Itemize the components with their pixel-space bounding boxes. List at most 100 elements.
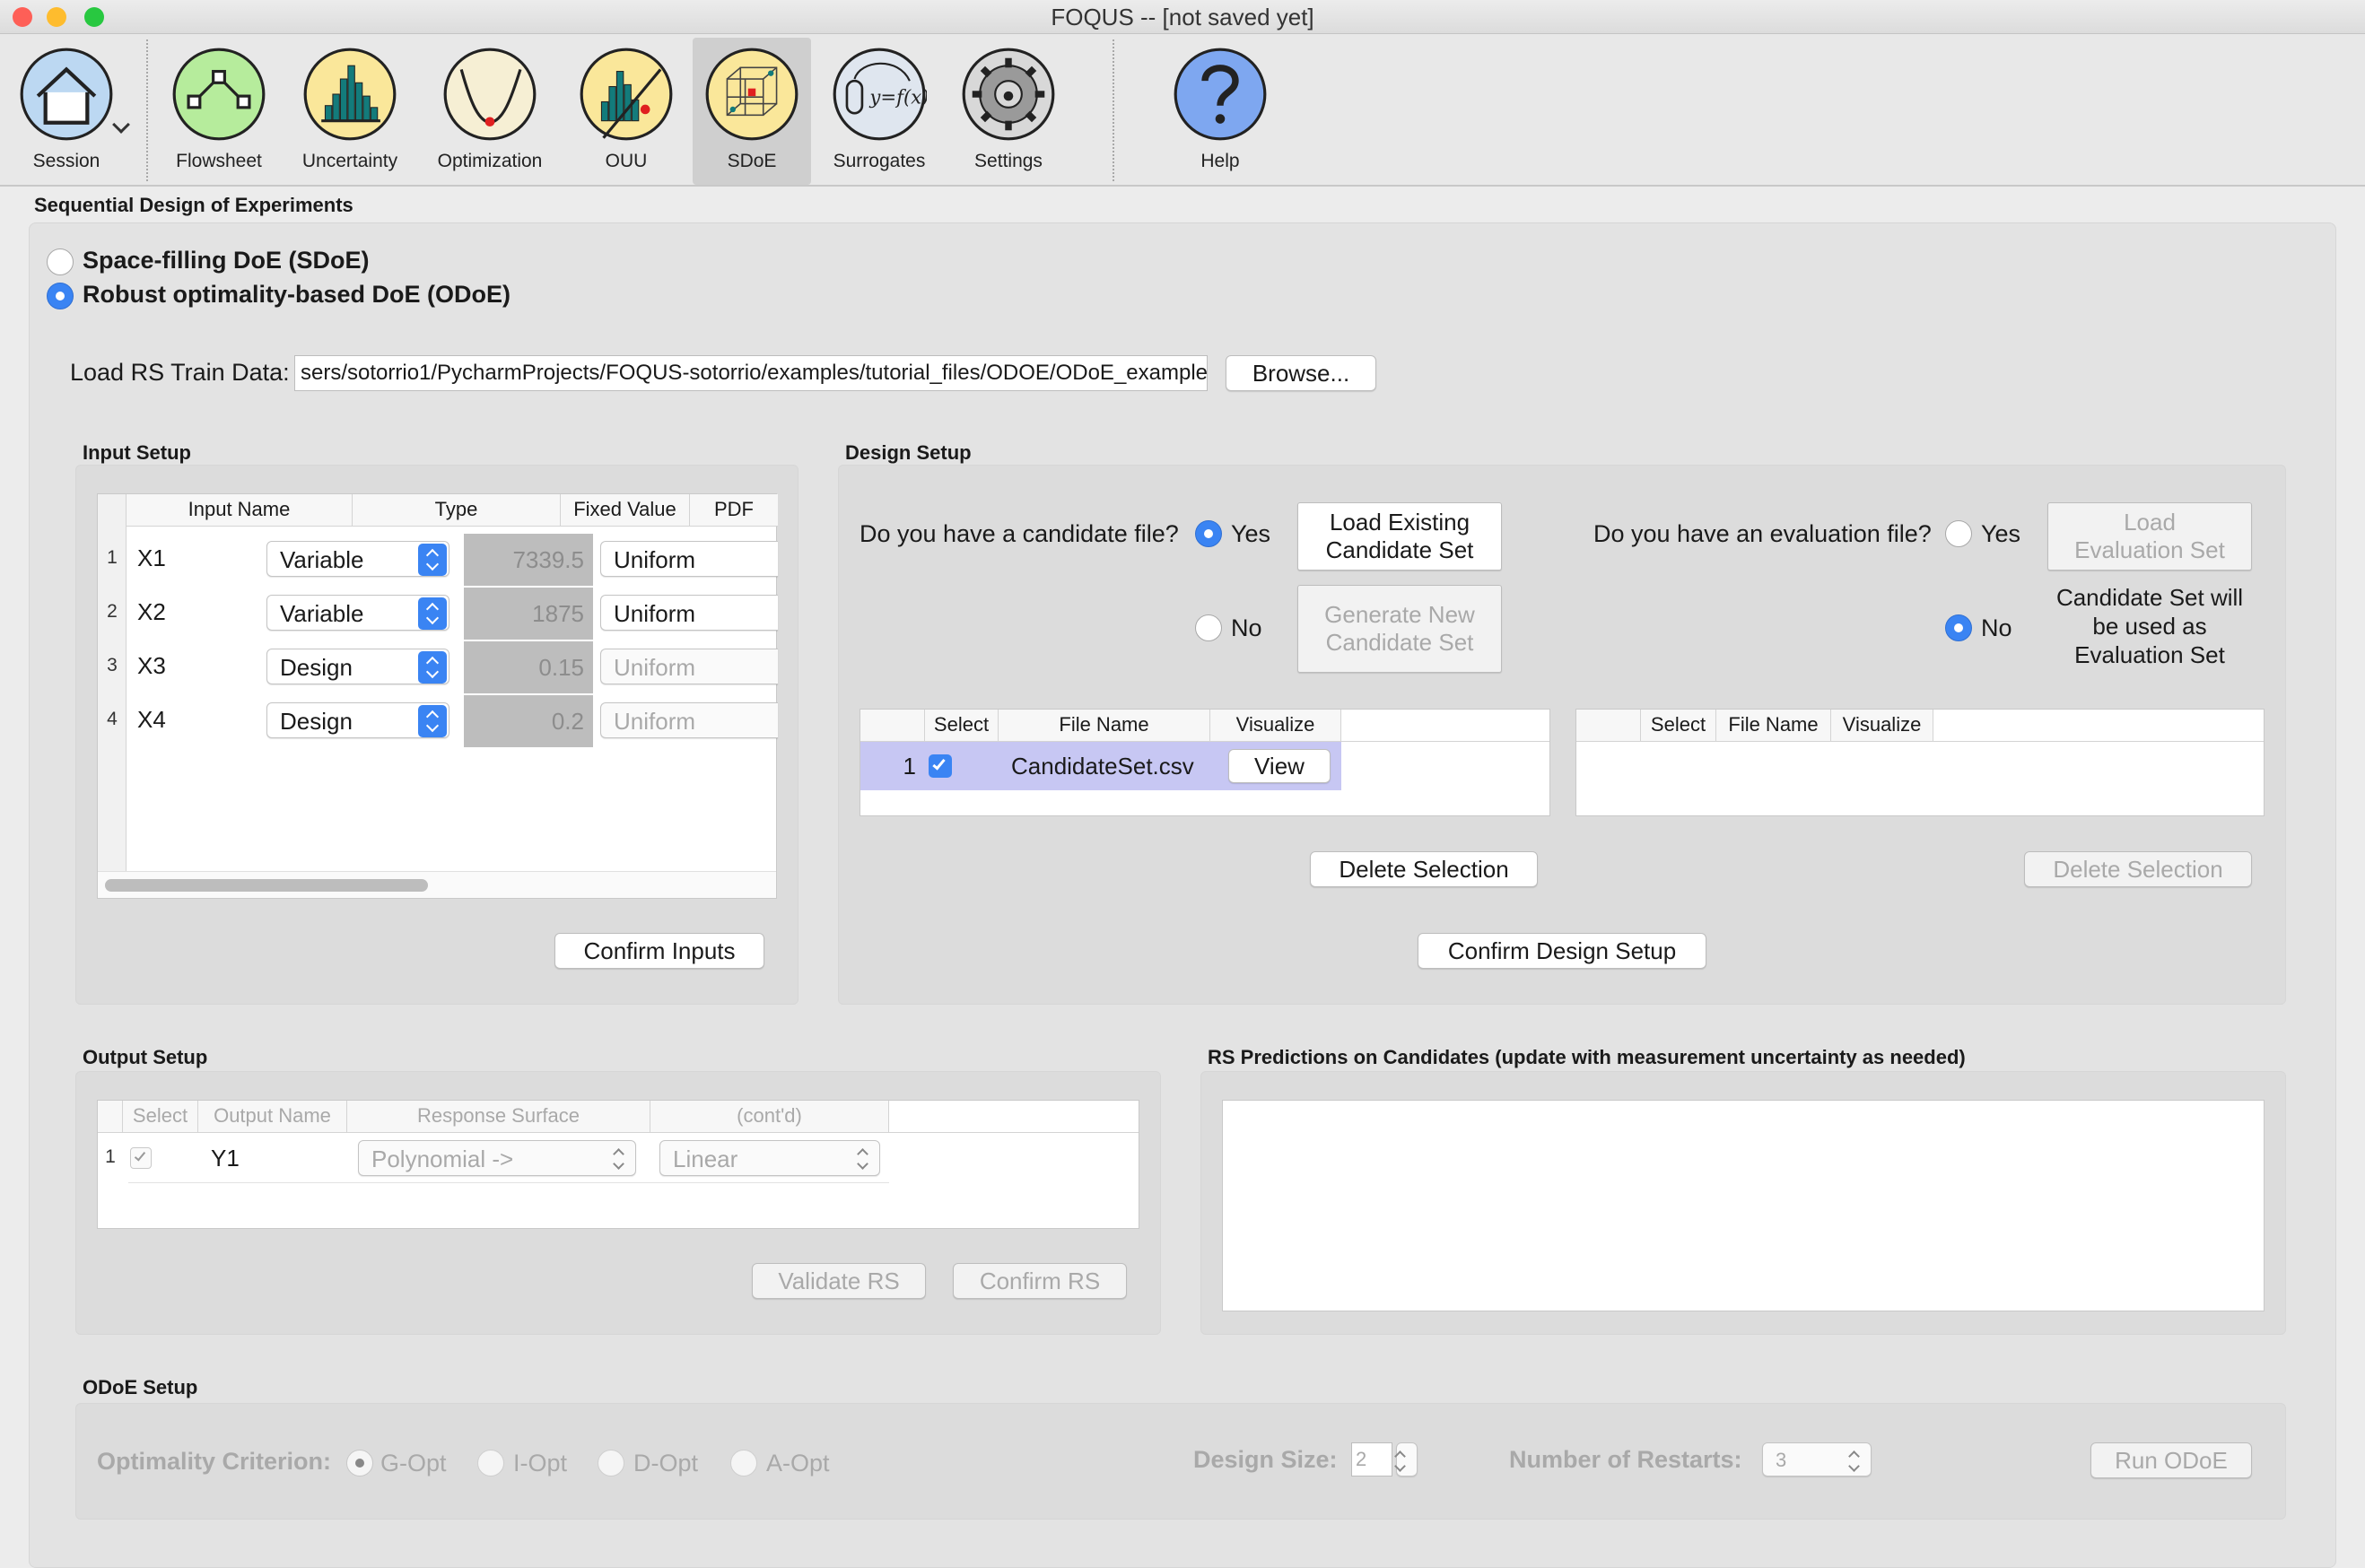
- validate-rs-button[interactable]: Validate RS: [752, 1263, 926, 1299]
- candidate-col-visualize: Visualize: [1210, 710, 1341, 742]
- rs-contd-select[interactable]: Linear: [659, 1140, 880, 1176]
- evaluation-note-line3: Evaluation Set: [2074, 641, 2225, 668]
- evaluation-note-line1: Candidate Set will: [2055, 584, 2244, 611]
- evaluation-yes-label: Yes: [1981, 520, 2021, 547]
- candidate-select-checkbox[interactable]: [929, 754, 952, 778]
- toolbar-settings[interactable]: Settings: [946, 38, 1071, 185]
- output-select-checkbox[interactable]: [130, 1147, 152, 1169]
- toolbar-label-ouu: OUU: [605, 151, 648, 171]
- sdoe-mode-radio[interactable]: [47, 248, 74, 275]
- page-heading: Sequential Design of Experiments: [34, 194, 353, 216]
- candidate-no-radio[interactable]: [1195, 614, 1222, 641]
- toolbar-label-help: Help: [1200, 151, 1240, 171]
- toolbar-help[interactable]: Help: [1157, 38, 1283, 185]
- fixed-value-cell: 0.2: [464, 695, 593, 747]
- browse-button[interactable]: Browse...: [1226, 355, 1376, 391]
- toolbar-flowsheet[interactable]: Flowsheet: [156, 38, 282, 185]
- question-icon: [1174, 48, 1267, 141]
- table-row[interactable]: 1 CandidateSet.csv View: [860, 742, 1341, 790]
- i-opt-label: I-Opt: [513, 1450, 568, 1477]
- scrollbar-thumb[interactable]: [105, 879, 428, 892]
- load-existing-candidate-line2: Candidate Set: [1325, 536, 1474, 563]
- odoe-mode-label: Robust optimality-based DoE (ODoE): [83, 281, 511, 308]
- evaluation-table: Select File Name Visualize: [1575, 709, 2265, 816]
- generate-new-candidate-line1: Generate New: [1324, 601, 1475, 628]
- sdoe-mode-label: Space-filling DoE (SDoE): [83, 247, 370, 274]
- odoe-mode-radio[interactable]: [47, 283, 74, 309]
- output-col-output-name: Output Name: [198, 1101, 347, 1133]
- delete-evaluation-selection-button[interactable]: Delete Selection: [2024, 851, 2252, 887]
- pdf-select[interactable]: Uniform: [600, 541, 778, 577]
- updown-arrows-icon: [418, 544, 447, 576]
- run-odoe-button[interactable]: Run ODoE: [2090, 1442, 2252, 1478]
- i-opt-radio[interactable]: [477, 1450, 504, 1477]
- design-size-input[interactable]: 2: [1351, 1442, 1392, 1477]
- load-evaluation-set-button[interactable]: Load Evaluation Set: [2047, 502, 2252, 571]
- evaluation-corner-header: [1576, 710, 1641, 742]
- output-col-contd: (cont'd): [650, 1101, 889, 1133]
- d-opt-radio[interactable]: [598, 1450, 624, 1477]
- g-opt-radio[interactable]: [346, 1450, 373, 1477]
- view-candidate-button[interactable]: View: [1228, 749, 1331, 783]
- evaluation-col-select: Select: [1641, 710, 1716, 742]
- confirm-inputs-button[interactable]: Confirm Inputs: [554, 933, 764, 969]
- output-col-select: Select: [123, 1101, 198, 1133]
- input-name-cell[interactable]: X3: [137, 643, 166, 688]
- load-existing-candidate-button[interactable]: Load Existing Candidate Set: [1297, 502, 1502, 571]
- design-size-stepper[interactable]: [1396, 1442, 1418, 1477]
- checkmark-icon: [134, 1149, 146, 1162]
- toolbar-separator-2: [1113, 39, 1114, 181]
- flowsheet-graph-icon: [172, 48, 266, 141]
- type-select-value: Variable: [280, 600, 364, 627]
- rs-predictions-area[interactable]: [1222, 1100, 2265, 1311]
- rs-train-data-path-input[interactable]: sers/sotorrio1/PycharmProjects/FOQUS-sot…: [294, 355, 1208, 391]
- toolbar-ouu[interactable]: OUU: [563, 38, 689, 185]
- fixed-value-cell: 7339.5: [464, 534, 593, 586]
- evaluation-col-file-name: File Name: [1716, 710, 1831, 742]
- load-rs-label: Load RS Train Data:: [70, 359, 290, 386]
- output-name-cell[interactable]: Y1: [211, 1133, 240, 1183]
- type-select[interactable]: Design: [266, 649, 449, 684]
- col-header-fixed-value: Fixed Value: [561, 494, 690, 527]
- input-name-cell[interactable]: X1: [137, 536, 166, 580]
- restarts-select[interactable]: 3: [1762, 1442, 1872, 1477]
- generate-new-candidate-button[interactable]: Generate New Candidate Set: [1297, 585, 1502, 673]
- confirm-design-setup-button[interactable]: Confirm Design Setup: [1418, 933, 1706, 969]
- input-table: Input Name Type Fixed Value PDF 1 X1 Var…: [97, 493, 778, 899]
- pdf-select-value: Uniform: [614, 708, 696, 735]
- g-opt-label: G-Opt: [380, 1450, 447, 1477]
- updown-arrows-icon: [418, 597, 447, 630]
- candidate-table: Select File Name Visualize 1 CandidateSe…: [860, 709, 1550, 816]
- a-opt-radio[interactable]: [730, 1450, 757, 1477]
- toolbar-session[interactable]: Session: [4, 38, 129, 185]
- odoe-setup-title: ODoE Setup: [83, 1376, 198, 1398]
- input-name-cell[interactable]: X4: [137, 697, 166, 742]
- confirm-rs-button[interactable]: Confirm RS: [953, 1263, 1127, 1299]
- input-name-cell[interactable]: X2: [137, 589, 166, 634]
- evaluation-note: Candidate Set will be used as Evaluation…: [2029, 583, 2270, 669]
- candidate-yes-radio[interactable]: [1195, 520, 1222, 547]
- evaluation-empty-header: [1933, 710, 2264, 742]
- fixed-value-cell: 0.15: [464, 641, 593, 693]
- toolbar-optimization[interactable]: Optimization: [427, 38, 553, 185]
- response-surface-value: Polynomial ->: [371, 1146, 514, 1172]
- delete-candidate-selection-button[interactable]: Delete Selection: [1310, 851, 1538, 887]
- response-surface-select[interactable]: Polynomial ->: [358, 1140, 636, 1176]
- evaluation-yes-radio[interactable]: [1945, 520, 1972, 547]
- type-select[interactable]: Design: [266, 702, 449, 738]
- pdf-select[interactable]: Uniform: [600, 595, 778, 631]
- toolbar-uncertainty[interactable]: Uncertainty: [287, 38, 413, 185]
- restarts-label: Number of Restarts:: [1509, 1446, 1742, 1473]
- horizontal-scrollbar[interactable]: [98, 871, 776, 898]
- evaluation-no-radio[interactable]: [1945, 614, 1972, 641]
- load-evaluation-line2: Evaluation Set: [2074, 536, 2225, 563]
- output-empty-header: [889, 1101, 1139, 1133]
- type-select[interactable]: Variable: [266, 595, 449, 631]
- rs-predictions-title: RS Predictions on Candidates (update wit…: [1208, 1046, 1966, 1068]
- toolbar-surrogates[interactable]: y=f(x) Surrogates: [816, 38, 942, 185]
- col-header-pdf: PDF: [690, 494, 778, 527]
- toolbar-sdoe[interactable]: SDoE: [693, 38, 811, 185]
- fixed-value-cell: 1875: [464, 588, 593, 640]
- row-number: 1: [903, 753, 916, 780]
- type-select[interactable]: Variable: [266, 541, 449, 577]
